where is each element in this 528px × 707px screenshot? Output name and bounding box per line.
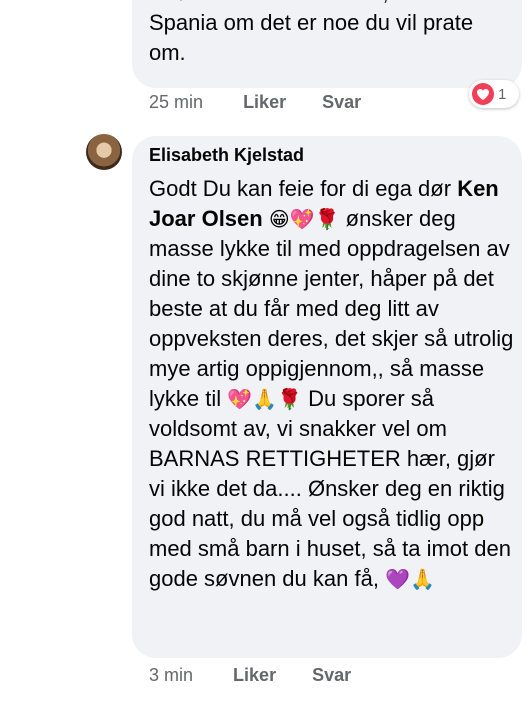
reaction-summary[interactable]: 1 (469, 80, 519, 108)
comment-timestamp[interactable]: 3 min (149, 665, 193, 686)
comment-text-line: du ønsker? Om Gdansk, eller (149, 0, 509, 8)
emoji-group: 😁💖🌹 (268, 207, 340, 231)
emoji-group: 💜🙏 (385, 567, 435, 591)
emoji-group: 💖🙏🌹 (227, 387, 302, 411)
comment-bubble: du ønsker? Om Gdansk, eller Spania om de… (132, 0, 522, 88)
comment-text-line: om. (149, 40, 186, 65)
comment-text: Godt Du kan feie for di ega dør Ken Joar… (149, 174, 514, 594)
reply-button[interactable]: Svar (322, 92, 361, 113)
comment-text-line: Spania om det er noe du vil prate (149, 10, 474, 35)
comment-text-segment: ønsker deg masse lykke til med oppdragel… (149, 206, 514, 411)
comment-actions: 3 min Liker Svar (149, 665, 351, 686)
comment-text: du ønsker? Om Gdansk, eller Spania om de… (149, 0, 509, 68)
comment-author[interactable]: Elisabeth Kjelstad (149, 145, 304, 166)
like-button[interactable]: Liker (243, 92, 286, 113)
reply-button[interactable]: Svar (312, 665, 351, 686)
love-reaction-icon (472, 83, 494, 105)
comment-timestamp[interactable]: 25 min (149, 92, 203, 113)
like-button[interactable]: Liker (233, 665, 276, 686)
comment-text-segment: Godt Du kan feie for di ega dør (149, 176, 452, 201)
avatar[interactable] (86, 134, 122, 170)
comment-text-segment: Du sporer så voldsomt av, vi snakker vel… (149, 386, 511, 591)
reaction-count: 1 (498, 85, 507, 103)
comment-actions: 25 min Liker Svar (149, 92, 361, 113)
comment-bubble: Elisabeth Kjelstad Godt Du kan feie for … (132, 136, 522, 658)
